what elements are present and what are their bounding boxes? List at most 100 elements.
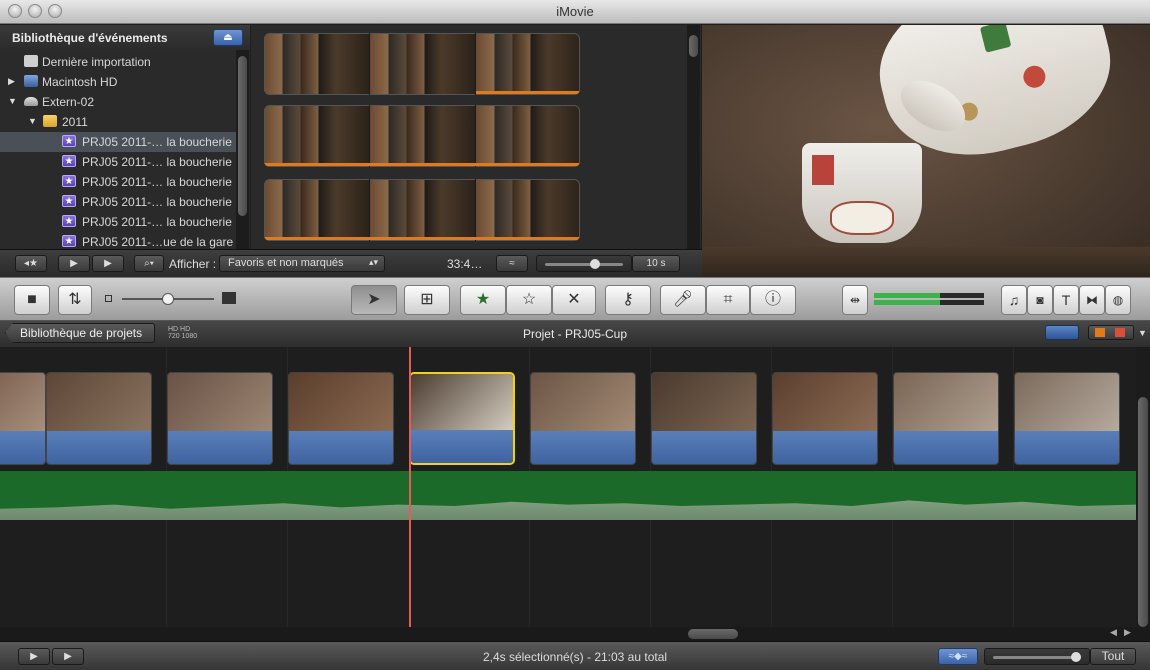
project-zoom-slider[interactable]	[984, 648, 1090, 665]
maps-browser-button[interactable]: ◍	[1105, 285, 1131, 315]
event-library-scrollbar[interactable]	[236, 50, 249, 249]
event-library-header: Bibliothèque d'événements ⏏	[0, 25, 250, 50]
event-item-prj05-3[interactable]: ★ PRJ05 2011-… la boucherie	[0, 172, 236, 192]
crop-button[interactable]: ⌗	[706, 285, 750, 315]
scroll-thumb[interactable]	[238, 56, 247, 216]
zoom-value-field[interactable]: 10 s	[632, 255, 680, 272]
transitions-browser-button[interactable]: ⧓	[1079, 285, 1105, 315]
chevron-down-icon[interactable]: ▼	[1138, 328, 1147, 338]
clip-thumbnail	[47, 373, 151, 433]
event-filmstrip-2[interactable]	[264, 105, 580, 167]
event-item-macintosh-hd[interactable]: ▶ Macintosh HD	[0, 72, 236, 92]
viewer-table	[702, 247, 1150, 277]
reject-button[interactable]: ✕	[552, 285, 596, 315]
event-filmstrip-3[interactable]	[264, 179, 580, 241]
music-note-icon: ♫	[1008, 292, 1020, 308]
slider-knob[interactable]	[162, 293, 174, 305]
timeline-horizontal-scrollbar[interactable]: ◀ ▶	[0, 627, 1150, 641]
event-item-prj05-2[interactable]: ★ PRJ05 2011-… la boucherie	[0, 152, 236, 172]
timeline-clip-9[interactable]	[893, 372, 999, 465]
photo-browser-button[interactable]: ◙	[1027, 285, 1053, 315]
playhead[interactable]	[409, 347, 411, 627]
filmstrip-view-toggle[interactable]	[1045, 325, 1079, 340]
music-browser-button[interactable]: ♫	[1001, 285, 1027, 315]
clip-thumbnail	[289, 373, 393, 433]
clip-audio	[531, 431, 635, 464]
keyword-button[interactable]: ⚷	[605, 285, 651, 315]
event-item-prj05-5[interactable]: ★ PRJ05 2011-… la boucherie	[0, 212, 236, 232]
scroll-left-icon[interactable]: ◀	[1110, 627, 1117, 638]
search-button[interactable]: ⌕▾	[134, 255, 164, 272]
select-tool-button[interactable]: ➤	[351, 285, 397, 315]
scroll-thumb[interactable]	[1138, 397, 1148, 627]
event-library: Bibliothèque d'événements ⏏ Dernière imp…	[0, 25, 250, 249]
filter-popup[interactable]: Favoris et non marqués ▴▾	[219, 255, 385, 272]
timeline-clip-3[interactable]	[167, 372, 273, 465]
inspector-button[interactable]: ⓘ	[750, 285, 796, 315]
eject-button[interactable]: ⏏	[213, 29, 243, 46]
play-full-button[interactable]: ▶	[92, 255, 124, 272]
project-timeline[interactable]	[0, 347, 1136, 627]
timeline-clip-10[interactable]	[1014, 372, 1120, 465]
timeline-clip-2[interactable]	[46, 372, 152, 465]
computer-icon	[24, 75, 38, 87]
arrow-cursor-icon: ➤	[367, 291, 381, 308]
globe-icon: ◍	[1112, 293, 1124, 307]
clip-thumbnail	[1015, 373, 1119, 433]
clip-audio	[0, 431, 45, 464]
swap-button[interactable]: ⇅	[58, 285, 92, 315]
timeline-clip-5[interactable]	[409, 372, 515, 465]
clip-thumbnail	[0, 373, 45, 433]
event-item-extern-02[interactable]: ▼ Extern-02	[0, 92, 236, 112]
play-icon: ▶	[70, 258, 78, 269]
project-header: Bibliothèque de projets HD HD 720 1080 P…	[0, 321, 1150, 347]
play-selection-button[interactable]: ▶	[58, 255, 90, 272]
info-icon: ⓘ	[764, 291, 781, 308]
viewer-cup	[802, 143, 922, 243]
event-item-prj05-4[interactable]: ★ PRJ05 2011-… la boucherie	[0, 192, 236, 212]
thumbnail-zoom-slider[interactable]	[536, 255, 632, 272]
show-events-button[interactable]: ◂★	[15, 255, 47, 272]
disclosure-right-icon[interactable]: ▶	[8, 76, 15, 87]
small-thumbnail-icon	[105, 295, 112, 302]
timeline-clip-8[interactable]	[772, 372, 878, 465]
clip-browser-scrollbar[interactable]	[687, 25, 700, 249]
timeline-clip-1[interactable]	[0, 372, 46, 465]
scroll-thumb[interactable]	[689, 35, 698, 57]
clip-audio	[47, 431, 151, 464]
disclosure-down-icon[interactable]: ▼	[28, 116, 37, 126]
timeline-clip-6[interactable]	[530, 372, 636, 465]
slider-knob[interactable]	[1071, 652, 1081, 662]
add-clip-icon: ⊞	[420, 291, 434, 308]
event-filmstrip-1[interactable]	[264, 33, 580, 95]
slider-knob[interactable]	[590, 259, 600, 269]
add-to-project-button[interactable]: ⊞	[404, 285, 450, 315]
camera-icon: ◙	[1036, 293, 1044, 307]
clip-audio	[1015, 431, 1119, 464]
voiceover-button[interactable]: 🎤︎	[660, 285, 706, 315]
audio-adjust-button[interactable]: ⇹	[842, 285, 868, 315]
unmark-button[interactable]: ☆	[506, 285, 552, 315]
empty-star-icon: ☆	[521, 291, 537, 308]
event-item-last-import[interactable]: Dernière importation	[0, 52, 236, 72]
zoom-all-button[interactable]: Tout	[1090, 648, 1136, 665]
scroll-thumb[interactable]	[688, 629, 738, 639]
disclosure-down-icon[interactable]: ▼	[8, 96, 17, 106]
event-item-prj05-1[interactable]: ★ PRJ05 2011-… la boucherie	[0, 132, 236, 152]
timeline-scrollbar[interactable]	[1136, 347, 1150, 627]
mark-favorite-button[interactable]: ★	[460, 285, 506, 315]
comment-icon	[1095, 328, 1105, 337]
star-list-icon: ◂★	[24, 258, 38, 269]
preview-viewer	[702, 25, 1150, 277]
comment-marker-button[interactable]	[1088, 325, 1134, 340]
titles-browser-button[interactable]: T	[1053, 285, 1079, 315]
waveform-button[interactable]: ≈	[496, 255, 528, 272]
audio-skimming-button[interactable]: ≈◆≈	[938, 648, 978, 665]
popup-arrows-icon: ▴▾	[368, 257, 378, 267]
timeline-clip-4[interactable]	[288, 372, 394, 465]
event-item-prj05-6[interactable]: ★ PRJ05 2011-…ue de la gare	[0, 232, 236, 249]
event-item-2011[interactable]: ▼ 2011	[0, 112, 236, 132]
scroll-right-icon[interactable]: ▶	[1124, 627, 1131, 638]
camera-import-button[interactable]: ■	[14, 285, 50, 315]
timeline-clip-7[interactable]	[651, 372, 757, 465]
